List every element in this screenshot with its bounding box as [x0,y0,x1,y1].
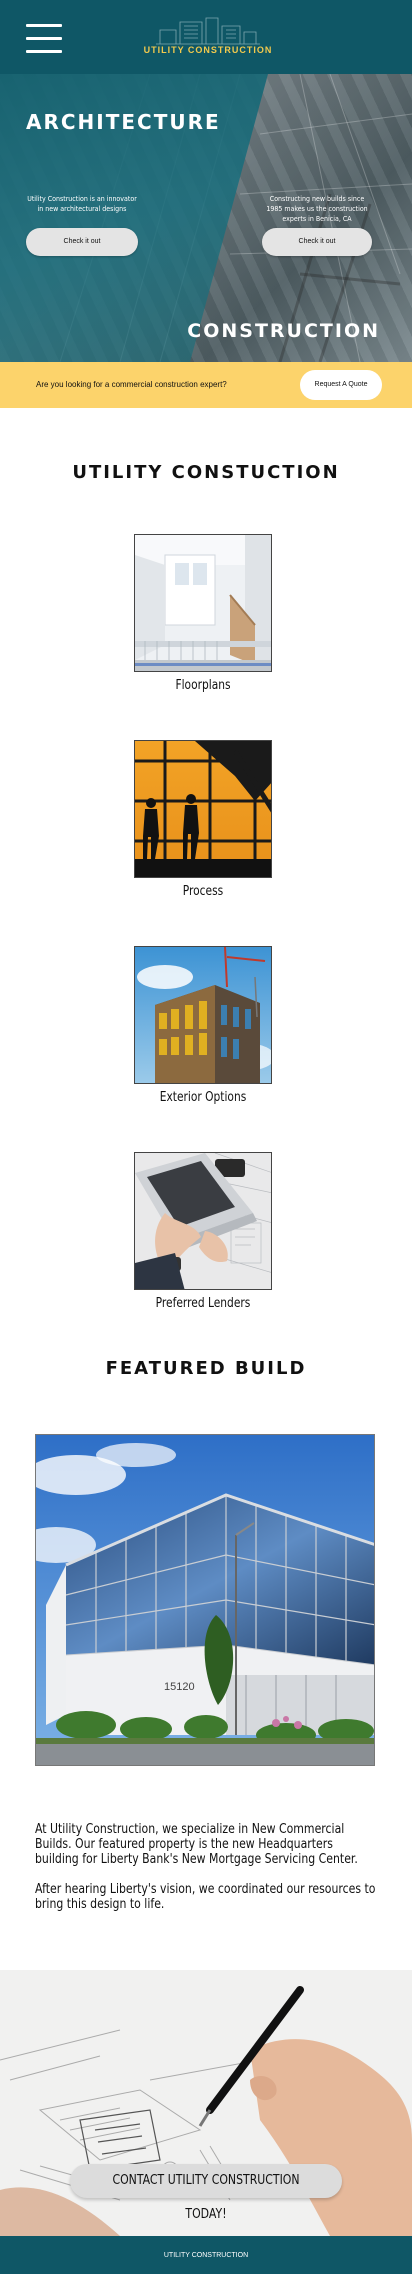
site-header: UTILITY CONSTRUCTION [0,0,412,74]
service-card-preferred-lenders[interactable]: Preferred Lenders [134,1152,272,1311]
quote-prompt-text: Are you looking for a commercial constru… [36,380,227,389]
building-number-text: 15120 [164,1681,195,1693]
service-label-floorplans: Floorplans [175,678,231,693]
contact-cta-button[interactable]: CONTACT UTILITY CONSTRUCTION TODAY! [70,2164,342,2222]
check-it-out-button-left[interactable]: Check it out [26,228,138,256]
preferred-lenders-image[interactable] [134,1152,272,1290]
hero-banner: ARCHITECTURE Utility Construction is an … [0,74,412,362]
logo-building-icon [156,17,260,45]
site-footer: UTILITY CONSTRUCTION [0,2236,412,2274]
footer-text: UTILITY CONSTRUCTION [163,2252,249,2259]
service-label-exterior-options: Exterior Options [159,1090,247,1105]
floorplans-image[interactable] [134,534,272,672]
site-logo[interactable]: UTILITY CONSTRUCTION [128,14,288,60]
featured-section-title: FEATURED BUILD [105,1358,307,1379]
hero-title-architecture: ARCHITECTURE [26,110,221,134]
service-card-process[interactable]: Process [134,740,272,899]
service-label-process: Process [182,884,224,899]
process-image[interactable] [134,740,272,878]
featured-paragraph-1: At Utility Construction, we specialize i… [35,1822,358,1867]
service-card-floorplans[interactable]: Floorplans [134,534,272,693]
service-label-preferred-lenders: Preferred Lenders [155,1296,251,1311]
hero-right-text: Constructing new builds since 1985 makes… [266,195,368,223]
hero-left-text: Utility Construction is an innovator in … [27,195,137,213]
contact-cta-label: CONTACT UTILITY CONSTRUCTION TODAY! [112,2173,300,2222]
request-quote-button[interactable]: Request A Quote [300,370,382,400]
featured-paragraph-2: After hearing Liberty's vision, we coord… [35,1882,376,1912]
hamburger-menu-icon[interactable] [26,24,62,54]
hero-title-construction: CONSTRUCTION [187,320,380,342]
service-card-exterior-options[interactable]: Exterior Options [134,946,272,1105]
services-section-title: UTILITY CONSTUCTION [72,462,340,483]
quote-bar: Are you looking for a commercial constru… [0,362,412,408]
check-it-out-button-right[interactable]: Check it out [262,228,372,256]
featured-build-image: 15120 [35,1434,375,1766]
exterior-options-image[interactable] [134,946,272,1084]
logo-text: UTILITY CONSTRUCTION [143,45,273,55]
